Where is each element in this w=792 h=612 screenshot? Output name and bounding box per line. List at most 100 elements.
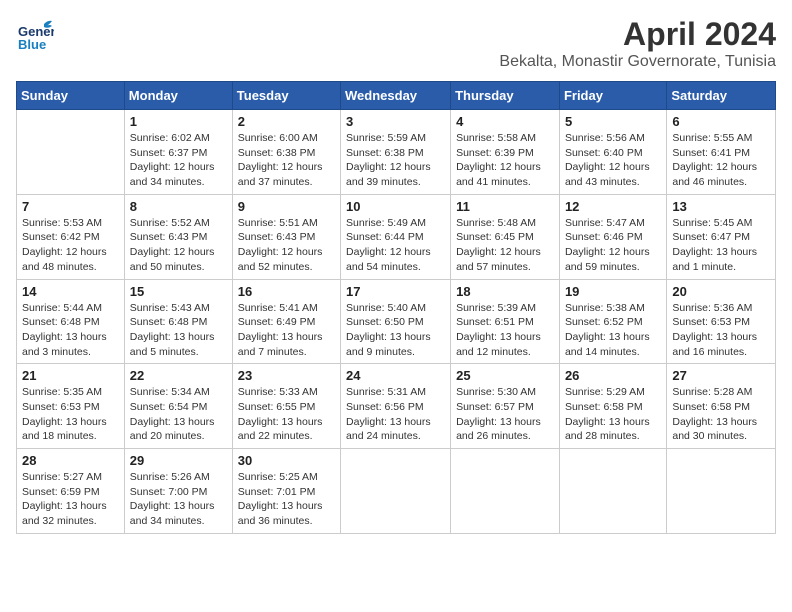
day-number: 2 xyxy=(238,114,335,129)
day-number: 18 xyxy=(456,284,554,299)
svg-text:Blue: Blue xyxy=(18,37,46,52)
day-number: 4 xyxy=(456,114,554,129)
calendar-cell: 25 Sunrise: 5:30 AM Sunset: 6:57 PM Dayli… xyxy=(451,364,560,449)
calendar-cell: 19 Sunrise: 5:38 AM Sunset: 6:52 PM Dayli… xyxy=(559,279,666,364)
day-number: 28 xyxy=(22,453,119,468)
calendar-cell: 27Sunrise: 5:28 AM Sunset: 6:58 PM Dayli… xyxy=(667,364,776,449)
weekday-header-monday: Monday xyxy=(124,82,232,110)
calendar-cell: 6 Sunrise: 5:55 AM Sunset: 6:41 PM Daylig… xyxy=(667,110,776,195)
day-number: 20 xyxy=(672,284,770,299)
day-info: Sunrise: 5:52 AM Sunset: 6:43 PM Dayligh… xyxy=(130,216,227,275)
calendar-cell: 24 Sunrise: 5:31 AM Sunset: 6:56 PM Dayli… xyxy=(341,364,451,449)
week-row-2: 7 Sunrise: 5:53 AM Sunset: 6:42 PM Daylig… xyxy=(17,194,776,279)
day-number: 29 xyxy=(130,453,227,468)
calendar-cell: 17 Sunrise: 5:40 AM Sunset: 6:50 PM Dayli… xyxy=(341,279,451,364)
day-info: Sunrise: 5:49 AM Sunset: 6:44 PM Dayligh… xyxy=(346,216,445,275)
page-header: General Blue April 2024 Bekalta, Monasti… xyxy=(16,16,776,71)
day-info: Sunrise: 5:36 AM Sunset: 6:53 PM Dayligh… xyxy=(672,301,770,360)
calendar-cell xyxy=(451,449,560,534)
day-number: 27 xyxy=(672,368,770,383)
calendar-cell: 11 Sunrise: 5:48 AM Sunset: 6:45 PM Dayli… xyxy=(451,194,560,279)
day-info: Sunrise: 5:59 AM Sunset: 6:38 PM Dayligh… xyxy=(346,131,445,190)
day-info: Sunrise: 6:02 AM Sunset: 6:37 PM Dayligh… xyxy=(130,131,227,190)
calendar-cell: 3Sunrise: 5:59 AM Sunset: 6:38 PM Daylig… xyxy=(341,110,451,195)
calendar-cell: 30 Sunrise: 5:25 AM Sunset: 7:01 PM Dayli… xyxy=(232,449,340,534)
day-info: Sunrise: 5:40 AM Sunset: 6:50 PM Dayligh… xyxy=(346,301,445,360)
calendar-cell: 7 Sunrise: 5:53 AM Sunset: 6:42 PM Daylig… xyxy=(17,194,125,279)
calendar-cell: 8Sunrise: 5:52 AM Sunset: 6:43 PM Daylig… xyxy=(124,194,232,279)
weekday-row: SundayMondayTuesdayWednesdayThursdayFrid… xyxy=(17,82,776,110)
day-number: 14 xyxy=(22,284,119,299)
day-info: Sunrise: 5:39 AM Sunset: 6:51 PM Dayligh… xyxy=(456,301,554,360)
day-number: 19 xyxy=(565,284,661,299)
day-info: Sunrise: 5:35 AM Sunset: 6:53 PM Dayligh… xyxy=(22,385,119,444)
day-number: 17 xyxy=(346,284,445,299)
title-area: April 2024 Bekalta, Monastir Governorate… xyxy=(499,16,776,71)
week-row-4: 21 Sunrise: 5:35 AM Sunset: 6:53 PM Dayli… xyxy=(17,364,776,449)
calendar-header: SundayMondayTuesdayWednesdayThursdayFrid… xyxy=(17,82,776,110)
day-info: Sunrise: 5:30 AM Sunset: 6:57 PM Dayligh… xyxy=(456,385,554,444)
day-info: Sunrise: 5:55 AM Sunset: 6:41 PM Dayligh… xyxy=(672,131,770,190)
calendar-cell: 1Sunrise: 6:02 AM Sunset: 6:37 PM Daylig… xyxy=(124,110,232,195)
day-number: 9 xyxy=(238,199,335,214)
calendar-cell xyxy=(17,110,125,195)
day-number: 23 xyxy=(238,368,335,383)
logo: General Blue xyxy=(16,16,54,54)
day-number: 21 xyxy=(22,368,119,383)
day-number: 5 xyxy=(565,114,661,129)
day-number: 30 xyxy=(238,453,335,468)
calendar-cell: 26Sunrise: 5:29 AM Sunset: 6:58 PM Dayli… xyxy=(559,364,666,449)
weekday-header-tuesday: Tuesday xyxy=(232,82,340,110)
calendar-cell: 21 Sunrise: 5:35 AM Sunset: 6:53 PM Dayli… xyxy=(17,364,125,449)
day-number: 15 xyxy=(130,284,227,299)
calendar-cell: 22 Sunrise: 5:34 AM Sunset: 6:54 PM Dayli… xyxy=(124,364,232,449)
calendar-cell: 5 Sunrise: 5:56 AM Sunset: 6:40 PM Daylig… xyxy=(559,110,666,195)
calendar-cell: 20 Sunrise: 5:36 AM Sunset: 6:53 PM Dayli… xyxy=(667,279,776,364)
weekday-header-sunday: Sunday xyxy=(17,82,125,110)
day-info: Sunrise: 5:43 AM Sunset: 6:48 PM Dayligh… xyxy=(130,301,227,360)
day-info: Sunrise: 5:31 AM Sunset: 6:56 PM Dayligh… xyxy=(346,385,445,444)
day-info: Sunrise: 5:41 AM Sunset: 6:49 PM Dayligh… xyxy=(238,301,335,360)
calendar-cell: 9 Sunrise: 5:51 AM Sunset: 6:43 PM Daylig… xyxy=(232,194,340,279)
calendar-body: 1Sunrise: 6:02 AM Sunset: 6:37 PM Daylig… xyxy=(17,110,776,534)
week-row-3: 14 Sunrise: 5:44 AM Sunset: 6:48 PM Dayli… xyxy=(17,279,776,364)
day-info: Sunrise: 5:44 AM Sunset: 6:48 PM Dayligh… xyxy=(22,301,119,360)
calendar-cell: 23 Sunrise: 5:33 AM Sunset: 6:55 PM Dayli… xyxy=(232,364,340,449)
day-number: 26 xyxy=(565,368,661,383)
day-number: 25 xyxy=(456,368,554,383)
day-info: Sunrise: 6:00 AM Sunset: 6:38 PM Dayligh… xyxy=(238,131,335,190)
weekday-header-friday: Friday xyxy=(559,82,666,110)
day-number: 6 xyxy=(672,114,770,129)
calendar-cell: 10Sunrise: 5:49 AM Sunset: 6:44 PM Dayli… xyxy=(341,194,451,279)
weekday-header-saturday: Saturday xyxy=(667,82,776,110)
day-info: Sunrise: 5:34 AM Sunset: 6:54 PM Dayligh… xyxy=(130,385,227,444)
calendar-cell: 28 Sunrise: 5:27 AM Sunset: 6:59 PM Dayli… xyxy=(17,449,125,534)
day-number: 16 xyxy=(238,284,335,299)
day-info: Sunrise: 5:56 AM Sunset: 6:40 PM Dayligh… xyxy=(565,131,661,190)
calendar-cell xyxy=(667,449,776,534)
logo-icon: General Blue xyxy=(16,16,54,54)
page-title: April 2024 xyxy=(499,16,776,53)
page-subtitle: Bekalta, Monastir Governorate, Tunisia xyxy=(499,53,776,71)
day-info: Sunrise: 5:38 AM Sunset: 6:52 PM Dayligh… xyxy=(565,301,661,360)
calendar-cell xyxy=(341,449,451,534)
calendar-cell: 13Sunrise: 5:45 AM Sunset: 6:47 PM Dayli… xyxy=(667,194,776,279)
day-number: 22 xyxy=(130,368,227,383)
day-info: Sunrise: 5:25 AM Sunset: 7:01 PM Dayligh… xyxy=(238,470,335,529)
day-number: 7 xyxy=(22,199,119,214)
calendar-table: SundayMondayTuesdayWednesdayThursdayFrid… xyxy=(16,81,776,534)
calendar-cell: 18 Sunrise: 5:39 AM Sunset: 6:51 PM Dayli… xyxy=(451,279,560,364)
weekday-header-thursday: Thursday xyxy=(451,82,560,110)
day-info: Sunrise: 5:27 AM Sunset: 6:59 PM Dayligh… xyxy=(22,470,119,529)
day-info: Sunrise: 5:58 AM Sunset: 6:39 PM Dayligh… xyxy=(456,131,554,190)
day-number: 12 xyxy=(565,199,661,214)
calendar-cell xyxy=(559,449,666,534)
day-info: Sunrise: 5:33 AM Sunset: 6:55 PM Dayligh… xyxy=(238,385,335,444)
day-number: 24 xyxy=(346,368,445,383)
day-info: Sunrise: 5:53 AM Sunset: 6:42 PM Dayligh… xyxy=(22,216,119,275)
day-info: Sunrise: 5:48 AM Sunset: 6:45 PM Dayligh… xyxy=(456,216,554,275)
calendar-cell: 4 Sunrise: 5:58 AM Sunset: 6:39 PM Daylig… xyxy=(451,110,560,195)
day-info: Sunrise: 5:51 AM Sunset: 6:43 PM Dayligh… xyxy=(238,216,335,275)
calendar-cell: 14 Sunrise: 5:44 AM Sunset: 6:48 PM Dayli… xyxy=(17,279,125,364)
day-number: 11 xyxy=(456,199,554,214)
